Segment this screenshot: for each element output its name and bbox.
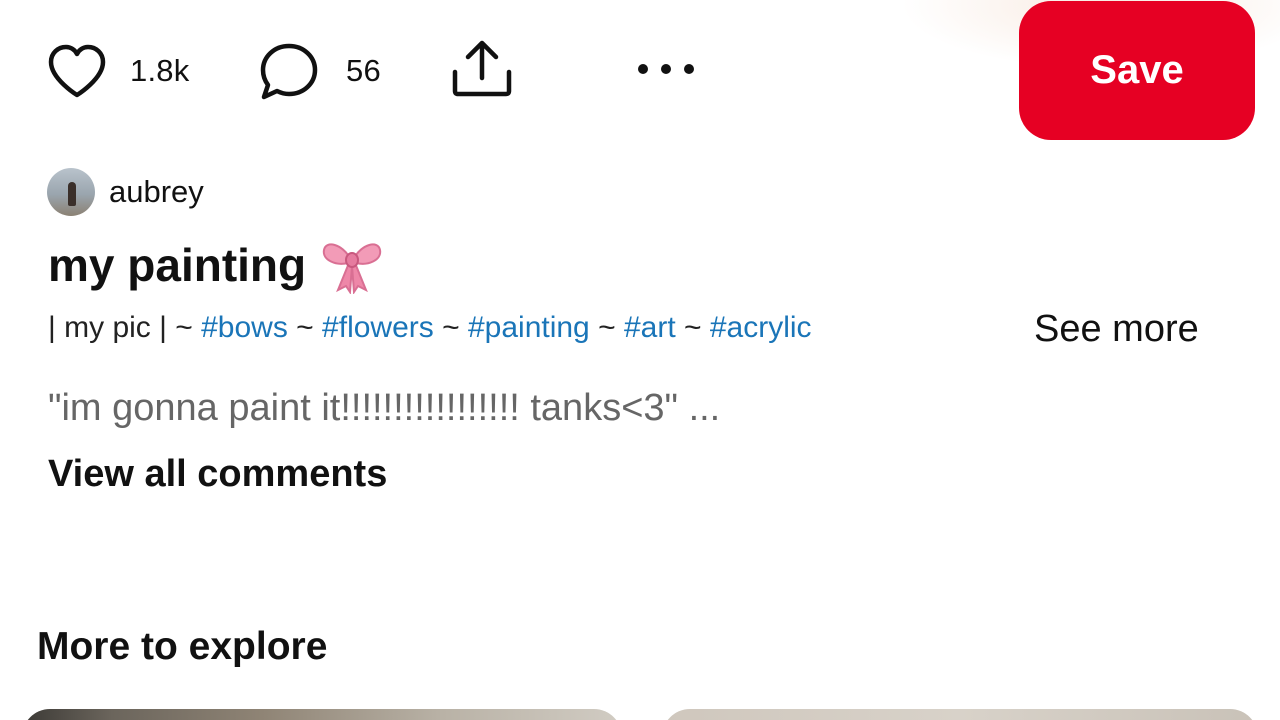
hashtag-separator: ~ [433,311,468,344]
pin-title: my painting [48,236,384,295]
like-action[interactable]: 1.8k [46,43,189,99]
share-icon[interactable] [450,38,514,98]
description-fade [933,308,1003,350]
like-count: 1.8k [130,53,190,88]
comment-preview[interactable]: "im gonna paint it!!!!!!!!!!!!!!!!! tank… [48,387,720,430]
avatar[interactable] [47,168,95,216]
save-button[interactable]: Save [1019,1,1255,140]
hashtag[interactable]: #art [624,311,676,344]
hashtag-separator: ~ [589,311,624,344]
more-options-button[interactable] [635,58,697,80]
pin-title-text: my painting [48,239,307,291]
hashtag-separator: ~ [287,311,323,344]
explore-pin-thumbnail[interactable] [662,709,1258,720]
more-options-icon[interactable] [635,58,697,80]
hashtag[interactable]: #flowers [322,311,434,344]
pin-description: | my pic | ~ #bows ~ #flowers ~ #paintin… [48,308,1003,350]
hashtag[interactable]: #bows [201,311,288,344]
hashtag-separator: ~ [675,311,710,344]
see-more-link[interactable]: See more [1034,308,1199,351]
pin-detail-page: 1.8k 56 Save aubrey my painting | my pic… [0,0,1280,720]
comment-bubble-icon[interactable] [258,41,320,101]
more-to-explore-heading: More to explore [37,625,328,668]
hashtag[interactable]: #painting [468,311,590,344]
share-action[interactable] [450,38,514,98]
hashtag[interactable]: #acrylic [710,311,812,344]
explore-pin-thumbnail[interactable] [22,709,622,720]
comment-action[interactable]: 56 [258,41,381,101]
author-name[interactable]: aubrey [109,174,204,210]
view-all-comments-link[interactable]: View all comments [48,453,387,496]
comment-count: 56 [346,53,381,88]
heart-icon[interactable] [46,43,108,99]
description-prefix: | my pic | ~ [48,311,202,344]
author-row[interactable]: aubrey [47,168,204,216]
bow-emoji [320,236,384,295]
